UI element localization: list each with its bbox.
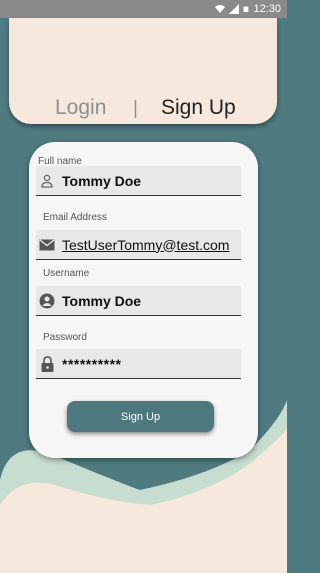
lock-icon [38, 355, 56, 373]
tab-login[interactable]: Login [55, 96, 106, 120]
username-input[interactable] [62, 292, 237, 309]
password-input[interactable] [62, 355, 237, 372]
person-outline-icon [38, 172, 56, 190]
password-label: Password [43, 332, 87, 343]
password-field[interactable] [36, 349, 241, 379]
battery-icon [244, 6, 249, 12]
status-time: 12:30 [253, 3, 281, 15]
username-label: Username [43, 268, 90, 279]
tab-signup[interactable]: Sign Up [161, 96, 236, 120]
header-card: Login | Sign Up [9, 18, 277, 124]
signal-icon [229, 4, 240, 14]
email-field[interactable] [36, 230, 241, 260]
email-input[interactable] [62, 236, 237, 253]
status-bar: 12:30 [0, 0, 287, 18]
full-name-field[interactable] [36, 166, 241, 196]
mail-icon [38, 236, 56, 254]
account-circle-icon [38, 292, 56, 310]
tab-separator: | [133, 98, 138, 119]
wifi-icon [215, 5, 226, 13]
username-field[interactable] [36, 286, 241, 316]
email-label: Email Address [43, 212, 107, 223]
signup-button[interactable]: Sign Up [67, 401, 214, 432]
full-name-input[interactable] [62, 172, 237, 189]
